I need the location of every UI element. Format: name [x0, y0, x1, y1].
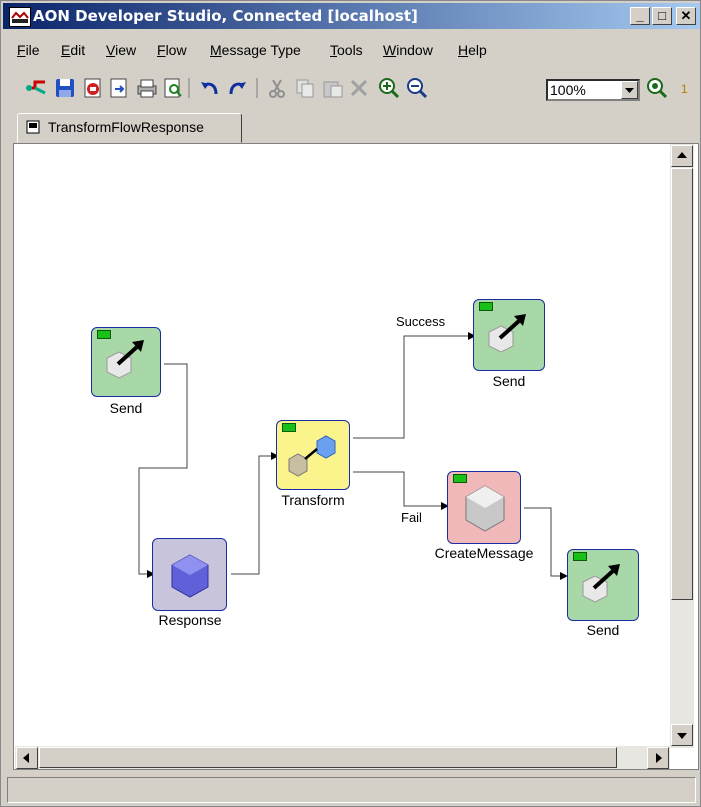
- menu-view[interactable]: View: [106, 42, 136, 58]
- flow-canvas[interactable]: Send Response Transform Send CreateMessa…: [13, 143, 699, 770]
- node-response[interactable]: [152, 538, 227, 611]
- send-icon: [488, 314, 526, 353]
- edge-label-fail: Fail: [401, 510, 422, 525]
- redo-icon[interactable]: [225, 76, 249, 100]
- node-label-transform: Transform: [281, 492, 345, 508]
- transform-icon: [288, 435, 336, 477]
- menu-flow[interactable]: Flow: [157, 42, 187, 58]
- menu-tools[interactable]: Tools: [330, 42, 363, 58]
- node-send-2[interactable]: [473, 299, 545, 371]
- horizontal-scrollbar[interactable]: [15, 746, 670, 769]
- svg-text:1: 1: [681, 82, 688, 96]
- chevron-down-icon[interactable]: [621, 81, 638, 99]
- flow-edges: [138, 332, 568, 580]
- send-icon: [582, 564, 620, 603]
- status-bar: [7, 777, 696, 803]
- scroll-down-button[interactable]: [671, 724, 693, 746]
- delete-icon[interactable]: [347, 76, 371, 100]
- scroll-up-button[interactable]: [671, 145, 693, 167]
- menu-edit[interactable]: Edit: [61, 42, 85, 58]
- deploy-icon[interactable]: [81, 76, 105, 100]
- node-label-send-3: Send: [586, 622, 620, 638]
- scroll-right-button[interactable]: [647, 747, 669, 769]
- send-icon: [106, 340, 144, 379]
- print-icon[interactable]: [135, 76, 159, 100]
- window-title: AON Developer Studio, Connected [localho…: [33, 7, 418, 25]
- undo-icon[interactable]: [198, 76, 222, 100]
- save-icon[interactable]: [53, 76, 77, 100]
- scroll-left-button[interactable]: [16, 747, 38, 769]
- edge-transform-to-createmessage-fail: [353, 471, 449, 510]
- menu-help[interactable]: Help: [458, 42, 487, 58]
- zoom-level-value: 100%: [550, 82, 586, 98]
- node-createmessage[interactable]: [447, 471, 521, 544]
- edge-createmessage-to-send: [524, 507, 568, 580]
- menu-file[interactable]: File: [17, 42, 40, 58]
- node-label-response: Response: [158, 612, 222, 628]
- export-icon[interactable]: [107, 76, 131, 100]
- vertical-scrollbar[interactable]: [670, 144, 694, 748]
- vertical-scroll-thumb[interactable]: [671, 168, 693, 600]
- title-bar[interactable]: AON Developer Studio, Connected [localho…: [3, 3, 700, 29]
- cut-icon[interactable]: [265, 76, 289, 100]
- app-window: AON Developer Studio, Connected [localho…: [0, 0, 701, 807]
- node-transform[interactable]: [276, 420, 350, 490]
- more-tools-icon[interactable]: 1: [675, 76, 699, 100]
- menu-window[interactable]: Window: [383, 42, 433, 58]
- edge-label-success: Success: [396, 314, 446, 329]
- zoom-in-icon[interactable]: [377, 76, 401, 100]
- maximize-button[interactable]: □: [652, 7, 672, 25]
- zoom-level-select[interactable]: 100%: [546, 79, 640, 101]
- print-preview-icon[interactable]: [161, 76, 185, 100]
- response-cube-icon: [171, 554, 209, 598]
- app-logo-icon: [9, 7, 31, 27]
- node-send-1[interactable]: [91, 327, 161, 397]
- flow-document-icon: [26, 120, 40, 134]
- menu-bar: File Edit View Flow Message Type Tools W…: [3, 39, 700, 61]
- new-flow-icon[interactable]: [25, 76, 49, 100]
- copy-icon[interactable]: [293, 76, 317, 100]
- menu-message-type[interactable]: Message Type: [210, 42, 301, 58]
- node-send-3[interactable]: [567, 549, 639, 621]
- createmessage-cube-icon: [465, 485, 505, 532]
- node-label-createmessage: CreateMessage: [434, 545, 534, 561]
- tab-transform-flow-response[interactable]: TransformFlowResponse: [17, 113, 242, 143]
- zoom-out-icon[interactable]: [405, 76, 429, 100]
- close-button[interactable]: ✕: [676, 7, 696, 25]
- minimize-button[interactable]: _: [630, 7, 650, 25]
- node-label-send-1: Send: [109, 400, 143, 416]
- node-label-send-2: Send: [492, 373, 526, 389]
- tab-label: TransformFlowResponse: [48, 119, 204, 135]
- horizontal-scroll-thumb[interactable]: [39, 747, 617, 768]
- edge-response-to-transform: [231, 452, 279, 575]
- edge-transform-to-send-success: [353, 332, 476, 439]
- paste-icon[interactable]: [321, 76, 345, 100]
- zoom-fit-icon[interactable]: [645, 76, 669, 100]
